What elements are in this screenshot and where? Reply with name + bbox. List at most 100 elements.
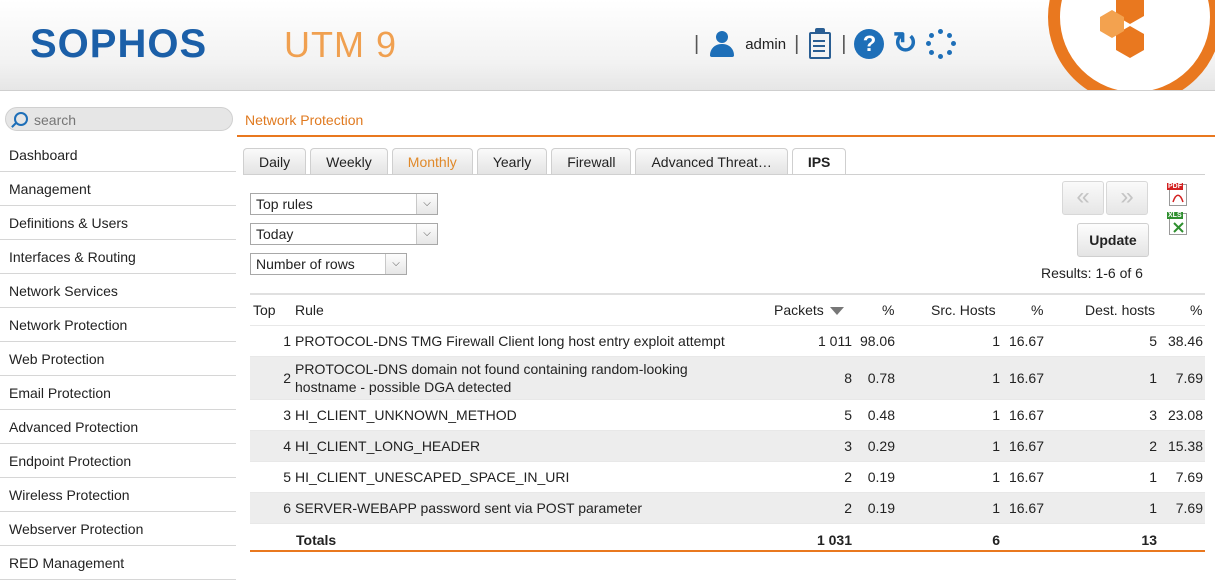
col-header-src-hosts[interactable]: Src. Hosts: [931, 302, 996, 318]
header-divider: [237, 135, 1215, 137]
cell-src-hosts: 1: [992, 407, 1000, 423]
cell-rule-line2[interactable]: hostname - possible DGA detected: [295, 379, 511, 395]
user-icon[interactable]: [707, 29, 737, 59]
search-icon: [14, 112, 28, 126]
sidebar-item-interfaces-routing[interactable]: Interfaces & Routing: [0, 240, 236, 274]
tab-advanced-threat[interactable]: Advanced Threat…: [635, 148, 788, 175]
cell-top: 6: [283, 500, 291, 516]
sidebar-nav: Dashboard Management Definitions & Users In…: [0, 138, 236, 580]
cell-packets-pct: 0.78: [867, 370, 895, 386]
cell-src-hosts: 1: [992, 370, 1000, 386]
cell-rule[interactable]: HI_CLIENT_LONG_HEADER: [295, 438, 480, 454]
cell-src-pct: 16.67: [1008, 407, 1044, 423]
next-page-button[interactable]: »: [1106, 181, 1148, 215]
sidebar-item-wireless-protection[interactable]: Wireless Protection: [0, 478, 236, 512]
sidebar-item-web-protection[interactable]: Web Protection: [0, 342, 236, 376]
clipboard-icon[interactable]: [807, 28, 833, 60]
chevron-down-icon: ⌵: [416, 224, 437, 244]
cell-rule[interactable]: SERVER-WEBAPP password sent via POST par…: [295, 500, 642, 516]
cell-packets-pct: 0.29: [867, 438, 895, 454]
cell-src-pct: 16.67: [1008, 500, 1044, 516]
table-row: 3 5 0.48 1 16.67 3 23.08 HI_CLIENT_UNKNOWN_METH…: [250, 400, 1205, 431]
sidebar-item-advanced-protection[interactable]: Advanced Protection: [0, 410, 236, 444]
sidebar-item-definitions-users[interactable]: Definitions & Users: [0, 206, 236, 240]
tab-firewall[interactable]: Firewall: [551, 148, 632, 175]
totals-label: Totals: [296, 532, 337, 548]
toolbar-separator: |: [841, 32, 847, 55]
cell-packets-pct: 0.48: [867, 407, 895, 423]
pdf-export-icon[interactable]: PDF: [1167, 183, 1187, 206]
prev-page-button[interactable]: «: [1062, 181, 1104, 215]
sidebar-item-network-protection[interactable]: Network Protection: [0, 308, 236, 342]
ips-rules-table: Top Rule Packets % Src. Hosts % Dest. ho…: [250, 293, 1205, 554]
help-icon[interactable]: ?: [854, 29, 885, 59]
cell-dest-pct: 7.69: [1175, 500, 1203, 516]
totals-src-hosts: 6: [992, 532, 1000, 548]
cell-src-hosts: 1: [992, 438, 1000, 454]
tab-daily[interactable]: Daily: [243, 148, 307, 175]
tab-monthly[interactable]: Monthly: [391, 148, 473, 175]
cell-dest-hosts: 1: [1149, 500, 1157, 516]
app-header: SOPHOS UTM 9 | admin | | ? ↻: [0, 0, 1215, 91]
table-header-row: Top Rule Packets % Src. Hosts % Dest. ho…: [250, 295, 1205, 326]
toolbar-separator: |: [694, 32, 700, 55]
reload-icon[interactable]: ↻: [892, 29, 917, 59]
table-row: 1 1 011 98.06 1 16.67 5 38.46 PROTOCOL-DNS TMG …: [250, 326, 1205, 357]
col-header-src-pct[interactable]: %: [1031, 302, 1043, 318]
toolbar-separator: |: [794, 32, 800, 55]
chevron-down-icon: ⌵: [385, 254, 406, 274]
col-header-top[interactable]: Top: [253, 302, 276, 318]
report-select[interactable]: Top rules ⌵: [250, 193, 438, 215]
search-input[interactable]: [32, 110, 226, 130]
sidebar-item-webserver-protection[interactable]: Webserver Protection: [0, 512, 236, 546]
period-select[interactable]: Today ⌵: [250, 223, 438, 245]
col-header-packets-pct[interactable]: %: [882, 302, 894, 318]
sidebar-item-endpoint-protection[interactable]: Endpoint Protection: [0, 444, 236, 478]
cell-rule[interactable]: HI_CLIENT_UNKNOWN_METHOD: [295, 407, 517, 423]
sidebar-item-email-protection[interactable]: Email Protection: [0, 376, 236, 410]
cell-src-hosts: 1: [992, 500, 1000, 516]
cell-packets-pct: 0.19: [867, 469, 895, 485]
report-select-value: Top rules: [256, 196, 313, 212]
sophos-logo: SOPHOS: [30, 22, 208, 66]
cell-dest-pct: 38.46: [1167, 333, 1203, 349]
rows-select[interactable]: Number of rows ⌵: [250, 253, 407, 275]
xls-export-icon[interactable]: XLS: [1167, 212, 1187, 235]
cell-packets: 1 011: [818, 333, 852, 349]
tab-bar: Daily Weekly Monthly Yearly Firewall Advanced…: [243, 148, 847, 175]
cell-packets: 8: [844, 370, 852, 386]
cell-src-pct: 16.67: [1008, 333, 1044, 349]
totals-dest-hosts: 13: [1141, 532, 1157, 548]
cell-rule[interactable]: PROTOCOL-DNS domain not found containing…: [295, 361, 688, 377]
cell-dest-pct: 7.69: [1175, 469, 1203, 485]
cell-src-hosts: 1: [992, 469, 1000, 485]
cell-rule[interactable]: PROTOCOL-DNS TMG Firewall Client long ho…: [295, 333, 725, 349]
results-count: Results: 1-6 of 6: [1041, 265, 1143, 281]
table-row: 2 8 0.78 1 16.67 1 7.69 PROTOCOL-DNS domain not…: [250, 357, 1205, 400]
breadcrumb: Network Protection: [245, 112, 364, 128]
cell-top: 2: [283, 370, 291, 386]
tab-weekly[interactable]: Weekly: [310, 148, 388, 175]
sort-descending-icon: [829, 307, 844, 316]
cell-top: 3: [283, 407, 291, 423]
sidebar-item-management[interactable]: Management: [0, 172, 236, 206]
chevron-down-icon: ⌵: [416, 194, 437, 214]
col-header-dest-pct[interactable]: %: [1190, 302, 1202, 318]
col-header-dest-hosts[interactable]: Dest. hosts: [1085, 302, 1155, 318]
update-button[interactable]: Update: [1077, 223, 1149, 257]
col-header-packets-label: Packets: [774, 302, 824, 318]
tab-yearly[interactable]: Yearly: [476, 148, 548, 175]
totals-packets: 1 031: [816, 532, 852, 548]
tab-ips[interactable]: IPS: [791, 148, 847, 175]
username-label[interactable]: admin: [745, 36, 786, 53]
sidebar-item-network-services[interactable]: Network Services: [0, 274, 236, 308]
cell-dest-hosts: 5: [1149, 333, 1157, 349]
col-header-packets[interactable]: Packets: [774, 302, 844, 318]
sidebar-item-dashboard[interactable]: Dashboard: [0, 138, 236, 172]
sidebar-item-red-management[interactable]: RED Management: [0, 546, 236, 580]
col-header-rule[interactable]: Rule: [295, 302, 324, 318]
cell-rule[interactable]: HI_CLIENT_UNESCAPED_SPACE_IN_URI: [295, 469, 569, 485]
search-box: [5, 107, 233, 131]
table-row: 4 3 0.29 1 16.67 2 15.38 HI_CLIENT_LONG_HEADER: [250, 431, 1205, 462]
cell-src-pct: 16.67: [1008, 469, 1044, 485]
